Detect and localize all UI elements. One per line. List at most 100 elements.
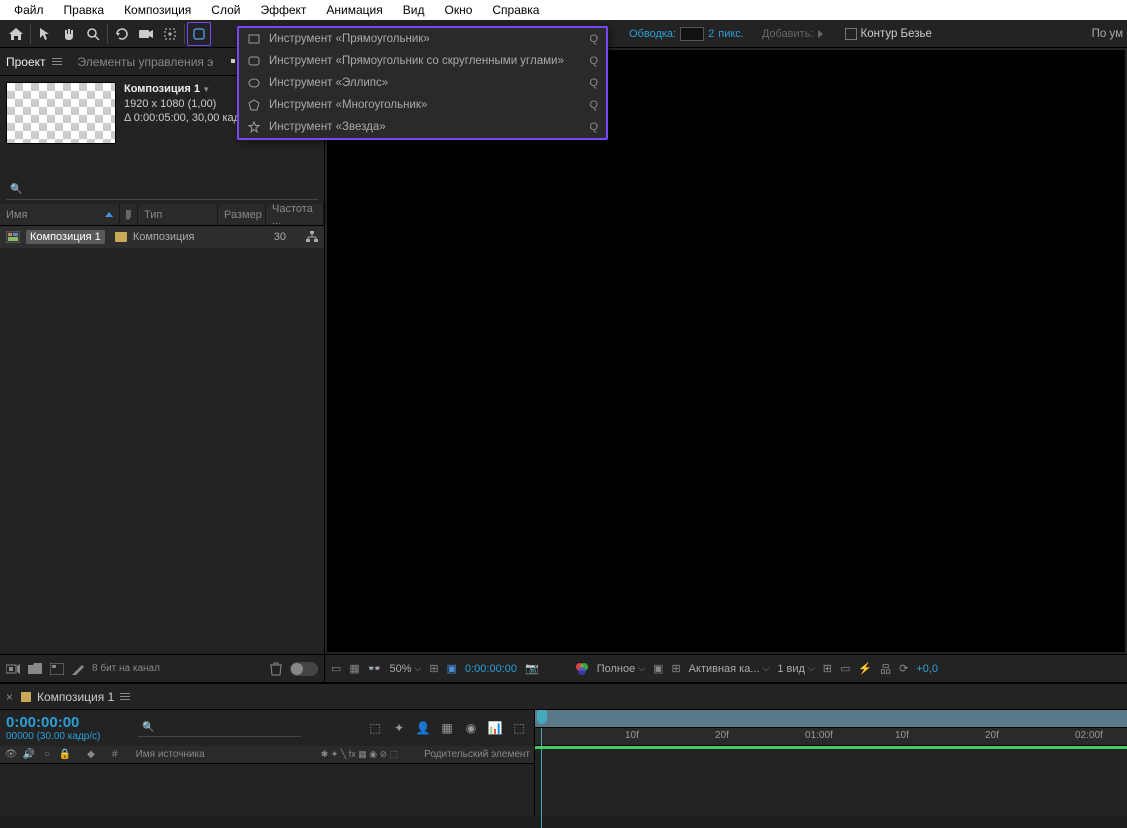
col-source-name[interactable]: Имя источника <box>136 749 205 760</box>
item-name[interactable]: Композиция 1 <box>26 230 105 244</box>
menu-edit[interactable]: Правка <box>54 1 115 19</box>
graph-editor-icon[interactable]: 📊 <box>486 719 504 737</box>
solo-icon[interactable]: ○ <box>40 749 54 760</box>
shape-tool[interactable] <box>187 22 211 46</box>
timeline-icon[interactable]: 品 <box>880 661 891 677</box>
grid-icon[interactable]: ▦ <box>349 662 359 675</box>
timeline-tab[interactable]: Композиция 1 <box>21 690 130 704</box>
toggle-switch[interactable] <box>290 662 318 676</box>
tab-effect-controls[interactable]: Элементы управления э <box>78 55 214 69</box>
viewer-time[interactable]: 0:00:00:00 <box>465 663 517 675</box>
menu-composition[interactable]: Композиция <box>114 1 201 19</box>
col-label[interactable] <box>120 204 138 225</box>
interpret-icon[interactable] <box>6 663 20 675</box>
navigator-playhead[interactable] <box>537 710 547 724</box>
new-folder-icon[interactable] <box>28 663 42 674</box>
col-type[interactable]: Тип <box>138 204 218 225</box>
label-column-icon[interactable]: ◆ <box>84 749 98 760</box>
menu-help[interactable]: Справка <box>482 1 549 19</box>
brainstorm-icon[interactable]: ⬚ <box>510 719 528 737</box>
project-search[interactable]: 🔍 <box>6 180 318 200</box>
col-size[interactable]: Размер <box>218 204 266 225</box>
close-tab-icon[interactable]: × <box>6 690 13 704</box>
hand-tool[interactable] <box>57 22 81 46</box>
add-arrow-icon[interactable] <box>818 30 823 38</box>
lock-icon[interactable]: 🔒 <box>58 749 72 760</box>
draft3d-icon[interactable]: ✦ <box>390 719 408 737</box>
camera-dropdown[interactable]: Активная ка... <box>689 663 770 675</box>
project-item-row[interactable]: Композиция 1 Композиция 30 <box>0 226 324 248</box>
flyout-star[interactable]: Инструмент «Звезда» Q <box>239 116 606 138</box>
selection-tool[interactable] <box>33 22 57 46</box>
bezier-label: Контур Безье <box>861 28 932 40</box>
views-dropdown[interactable]: 1 вид <box>777 663 814 675</box>
comp-mini-flowchart-icon[interactable]: ⬚ <box>366 719 384 737</box>
color-management-icon[interactable] <box>575 662 589 676</box>
timeline-right[interactable]: 10f 20f 01:00f 10f 20f 02:00f <box>535 710 1127 816</box>
menu-animation[interactable]: Анимация <box>316 1 392 19</box>
zoom-tool[interactable] <box>81 22 105 46</box>
magnify-icon[interactable]: ▭ <box>331 662 341 675</box>
col-rate[interactable]: Частота ... <box>266 204 324 225</box>
timeline-ruler[interactable]: 10f 20f 01:00f 10f 20f 02:00f <box>535 728 1127 746</box>
col-name[interactable]: Имя <box>0 204 120 225</box>
menu-layer[interactable]: Слой <box>201 1 250 19</box>
video-eye-icon[interactable]: 👁 <box>4 749 18 760</box>
viewer-canvas[interactable] <box>327 50 1125 652</box>
bit-depth[interactable]: 8 бит на канал <box>92 663 160 674</box>
project-search-input[interactable] <box>26 184 314 196</box>
menu-window[interactable]: Окно <box>434 1 482 19</box>
fast-preview-icon[interactable]: ⚡ <box>858 662 872 675</box>
timeline-search-input[interactable] <box>155 722 297 734</box>
divider <box>184 24 185 44</box>
tab-project[interactable]: Проект <box>6 55 62 69</box>
bezier-checkbox[interactable] <box>845 28 857 40</box>
anchor-tool[interactable] <box>158 22 182 46</box>
adjust-icon[interactable] <box>72 663 84 675</box>
zoom-dropdown[interactable]: 50% <box>390 663 422 675</box>
refresh-icon[interactable]: ⟳ <box>899 662 908 675</box>
snapshot-icon[interactable]: 📷 <box>525 662 539 675</box>
roi-icon[interactable]: ▣ <box>653 662 663 675</box>
exposure-value[interactable]: +0,0 <box>916 663 938 675</box>
flyout-ellipse[interactable]: Инструмент «Эллипс» Q <box>239 72 606 94</box>
hamburger-icon[interactable] <box>52 58 62 65</box>
menu-file[interactable]: Файл <box>4 1 54 19</box>
stroke-color-swatch[interactable] <box>680 27 704 41</box>
timeline-time[interactable]: 0:00:00:00 <box>6 714 100 731</box>
composition-thumbnail[interactable] <box>6 82 116 144</box>
composition-name[interactable]: Композиция 1 <box>124 82 240 97</box>
menu-effect[interactable]: Эффект <box>250 1 316 19</box>
project-footer: 8 бит на канал <box>0 654 324 682</box>
audio-icon[interactable]: 🔊 <box>22 749 36 760</box>
frame-blend-icon[interactable]: ▦ <box>438 719 456 737</box>
folder-icon <box>115 232 127 242</box>
col-parent[interactable]: Родительский элемент <box>424 749 530 760</box>
timeline-navigator[interactable] <box>535 710 1127 728</box>
mask-icon[interactable]: 👓 <box>368 662 382 675</box>
menu-view[interactable]: Вид <box>393 1 435 19</box>
camera-tool[interactable] <box>134 22 158 46</box>
pixel-aspect-icon[interactable]: ▭ <box>840 662 850 675</box>
hamburger-icon[interactable] <box>120 693 130 700</box>
resolution-dropdown[interactable]: Полное <box>597 663 645 675</box>
flowchart-icon[interactable] <box>306 231 318 243</box>
view-layout-icon[interactable]: ⊞ <box>823 662 832 675</box>
navigator-range[interactable] <box>535 710 1127 727</box>
flyout-rectangle[interactable]: Инструмент «Прямоугольник» Q <box>239 28 606 50</box>
stroke-width-value[interactable]: 2 <box>708 28 714 40</box>
channel-icon[interactable]: ⊞ <box>429 662 438 675</box>
guide-icon[interactable]: ⊞ <box>671 662 680 675</box>
flyout-polygon[interactable]: Инструмент «Многоугольник» Q <box>239 94 606 116</box>
label-icon <box>126 210 131 220</box>
home-tool[interactable] <box>4 22 28 46</box>
flyout-rounded-rectangle[interactable]: Инструмент «Прямоугольник со скругленным… <box>239 50 606 72</box>
shy-icon[interactable]: 👤 <box>414 719 432 737</box>
motion-blur-icon[interactable]: ◉ <box>462 719 480 737</box>
orbit-tool[interactable] <box>110 22 134 46</box>
timeline-search[interactable]: 🔍 <box>138 719 300 737</box>
work-area-bar[interactable] <box>535 746 1127 749</box>
new-comp-icon[interactable] <box>50 663 64 675</box>
trash-icon[interactable] <box>270 662 282 676</box>
transparency-icon[interactable]: ▣ <box>447 662 457 675</box>
